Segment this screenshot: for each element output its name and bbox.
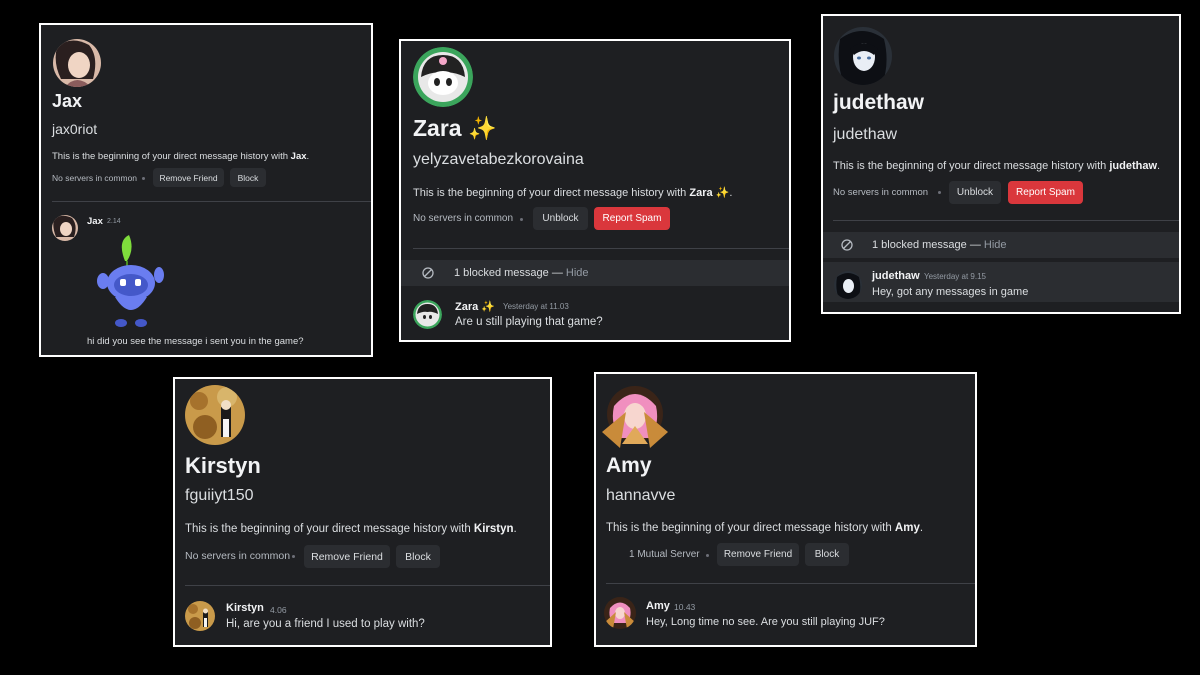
intro-name: judethaw xyxy=(1109,160,1158,172)
mutual-servers[interactable]: 1 Mutual Server xyxy=(629,549,700,560)
display-name: Zara ✨ xyxy=(413,115,497,141)
message-avatar[interactable] xyxy=(52,215,78,241)
separator-dot xyxy=(706,554,709,557)
profile-avatar[interactable] xyxy=(185,385,245,445)
blocked-icon xyxy=(841,239,853,251)
separator-dot xyxy=(520,218,523,221)
message-timestamp: Yesterday at 11.03 xyxy=(503,302,569,311)
mutual-servers[interactable]: No servers in common xyxy=(413,213,513,224)
dm-intro-text: This is the beginning of your direct mes… xyxy=(413,187,733,199)
hide-link[interactable]: Hide xyxy=(984,239,1007,251)
message-text: Are u still playing that game? xyxy=(455,316,603,328)
remove-friend-button[interactable]: Remove Friend xyxy=(153,168,224,187)
message-timestamp: 2.14 xyxy=(107,218,121,225)
dm-intro-text: This is the beginning of your direct mes… xyxy=(606,522,924,534)
block-button[interactable]: Block xyxy=(396,545,440,568)
unblock-button[interactable]: Unblock xyxy=(949,181,1001,204)
message-timestamp: 10.43 xyxy=(674,602,696,612)
message-author[interactable]: Amy xyxy=(646,600,670,612)
message-avatar[interactable] xyxy=(834,271,862,299)
dm-panel-kirstyn: Kirstyn fguiiyt150 This is the beginning… xyxy=(173,377,552,647)
message-author[interactable]: Zara ✨ xyxy=(455,300,495,313)
username: fguiiyt150 xyxy=(185,487,254,504)
message-avatar[interactable] xyxy=(604,597,636,629)
separator-dot xyxy=(938,191,941,194)
report-spam-button[interactable]: Report Spam xyxy=(594,207,670,230)
profile-avatar[interactable] xyxy=(834,27,892,85)
dm-panel-amy: Amy hannavve This is the beginning of yo… xyxy=(594,372,977,647)
message-text: hi did you see the message i sent you in… xyxy=(87,336,304,347)
message-avatar[interactable] xyxy=(413,300,442,329)
message-author[interactable]: judethaw xyxy=(872,270,920,282)
message-text: Hi, are you a friend I used to play with… xyxy=(226,618,425,630)
message-avatar[interactable] xyxy=(185,601,215,631)
block-button[interactable]: Block xyxy=(230,168,266,187)
message-text: Hey, got any messages in game xyxy=(872,286,1029,298)
username: hannavve xyxy=(606,487,676,504)
username: jax0riot xyxy=(52,121,98,137)
display-name: Amy xyxy=(606,454,652,477)
mutual-servers[interactable]: No servers in common xyxy=(833,187,928,198)
profile-avatar[interactable] xyxy=(53,39,101,87)
block-button[interactable]: Block xyxy=(805,543,849,566)
mutual-servers[interactable]: No servers in common xyxy=(185,550,290,562)
display-name: Kirstyn xyxy=(185,453,261,478)
divider xyxy=(185,585,550,586)
unblock-button[interactable]: Unblock xyxy=(533,207,588,230)
intro-name: Kirstyn xyxy=(473,523,514,535)
blocked-icon xyxy=(422,267,434,279)
divider xyxy=(606,583,975,584)
blocked-message-text: 1 blocked message — Hide xyxy=(454,267,589,279)
divider xyxy=(413,248,789,249)
intro-name: Amy xyxy=(894,522,920,534)
divider xyxy=(833,220,1179,221)
separator-dot xyxy=(292,555,295,558)
wumpus-sticker[interactable] xyxy=(95,231,165,331)
display-name: judethaw xyxy=(833,91,925,114)
profile-avatar[interactable] xyxy=(413,47,473,107)
profile-avatar[interactable] xyxy=(600,382,670,452)
dm-panel-jax: Jax jax0riot This is the beginning of yo… xyxy=(39,23,373,357)
username: judethaw xyxy=(833,126,898,143)
hide-link[interactable]: Hide xyxy=(566,267,589,279)
dm-intro-text: This is the beginning of your direct mes… xyxy=(185,523,517,535)
dm-panel-zara: Zara ✨ yelyzavetabezkorovaina This is th… xyxy=(399,39,791,342)
intro-name: Zara ✨ xyxy=(689,187,730,199)
separator-dot xyxy=(142,177,145,180)
display-name: Jax xyxy=(52,91,83,111)
username: yelyzavetabezkorovaina xyxy=(413,151,584,168)
message-text: Hey, Long time no see. Are you still pla… xyxy=(646,616,885,628)
divider xyxy=(52,201,371,202)
dm-intro-text: This is the beginning of your direct mes… xyxy=(52,151,310,162)
message-author[interactable]: Kirstyn xyxy=(226,602,264,614)
blocked-message-text: 1 blocked message — Hide xyxy=(872,239,1007,251)
message-author[interactable]: Jax xyxy=(87,216,103,227)
dm-intro-text: This is the beginning of your direct mes… xyxy=(833,160,1161,172)
remove-friend-button[interactable]: Remove Friend xyxy=(304,545,390,568)
mutual-servers[interactable]: No servers in common xyxy=(52,173,137,183)
report-spam-button[interactable]: Report Spam xyxy=(1008,181,1083,204)
message-timestamp: Yesterday at 9.15 xyxy=(924,272,986,281)
dm-panel-judethaw: judethaw judethaw This is the beginning … xyxy=(821,14,1181,314)
message-timestamp: 4.06 xyxy=(270,605,287,615)
remove-friend-button[interactable]: Remove Friend xyxy=(717,543,799,566)
intro-name: Jax xyxy=(290,151,307,162)
